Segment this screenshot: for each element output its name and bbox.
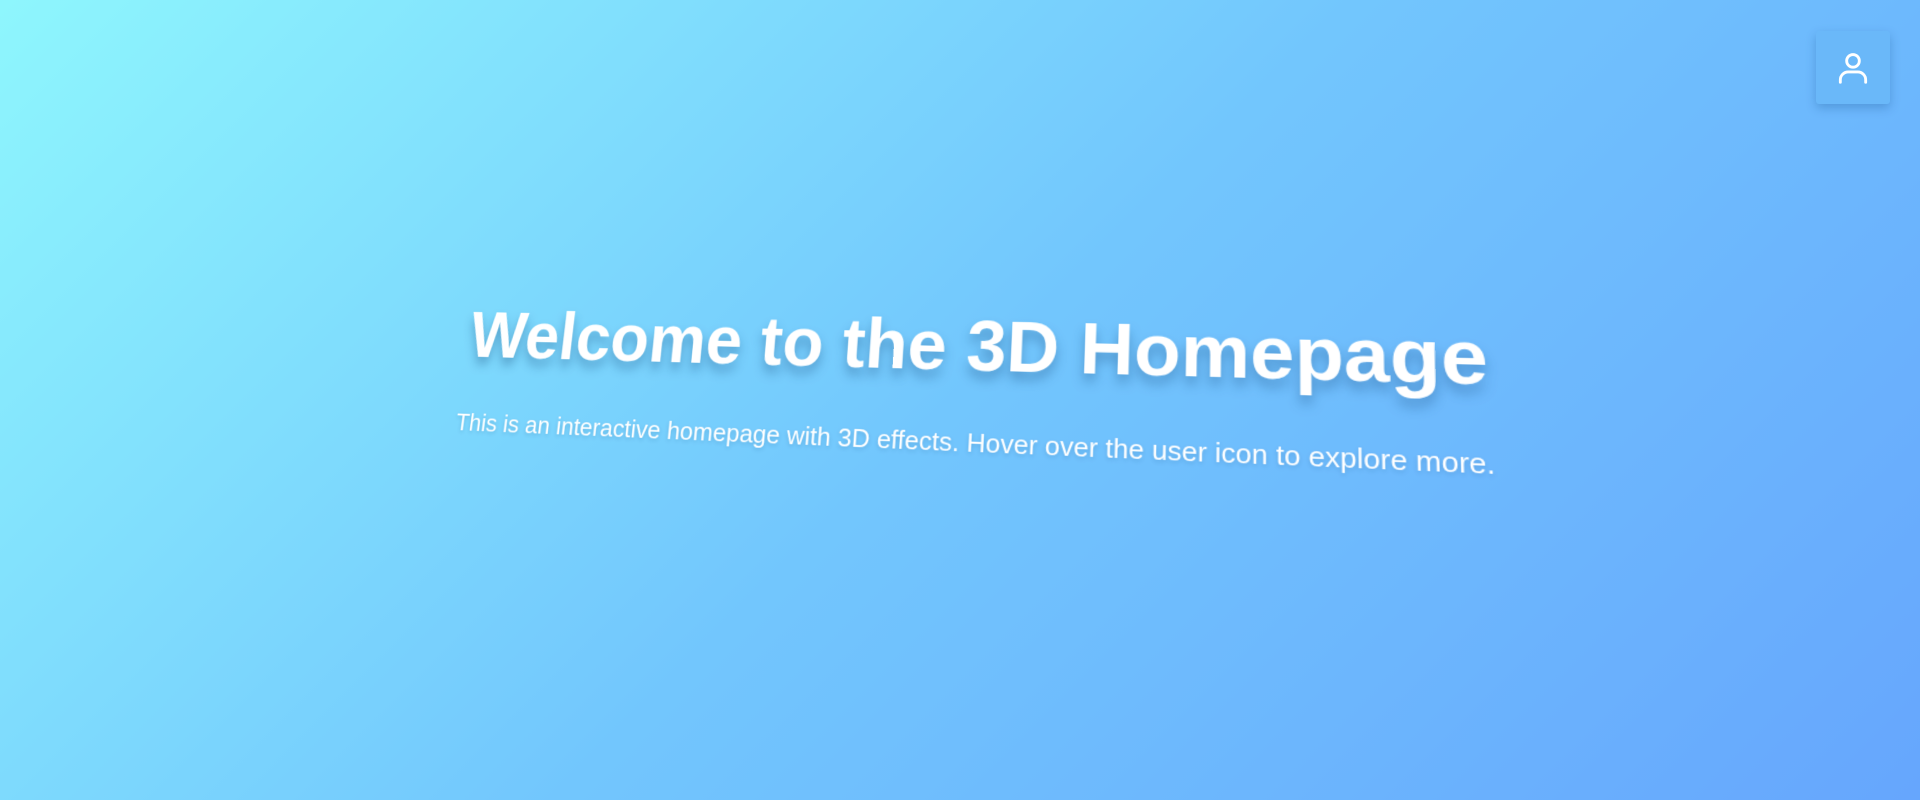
hero-section: Welcome to the 3D Homepage This is an in…: [0, 0, 1920, 800]
page-title: Welcome to the 3D Homepage: [465, 299, 1490, 402]
page-subtitle: This is an interactive homepage with 3D …: [454, 407, 1496, 481]
hero-content: Welcome to the 3D Homepage This is an in…: [428, 295, 1534, 485]
